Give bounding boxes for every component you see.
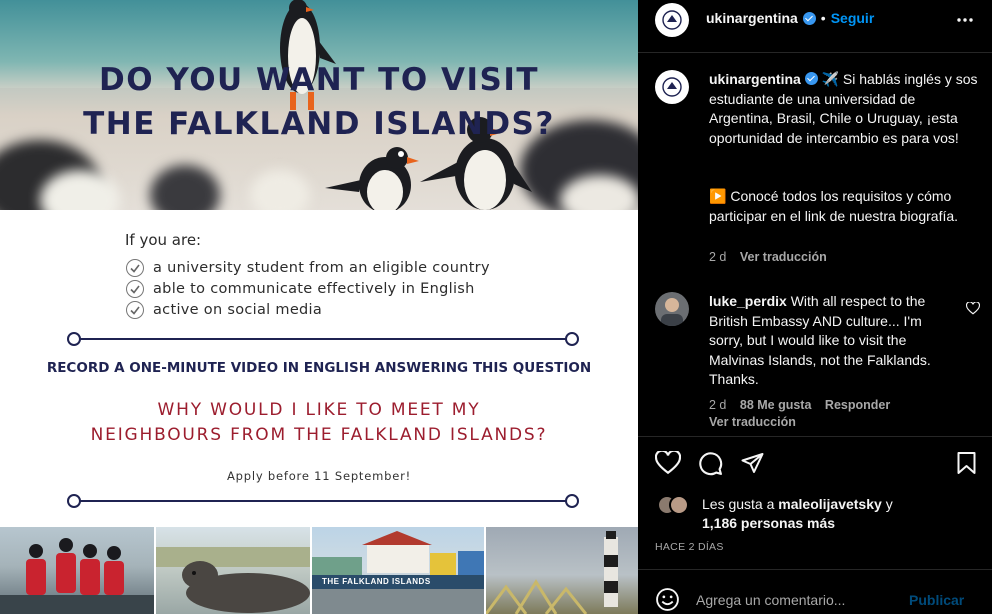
comment-translate: Ver traducción bbox=[709, 415, 796, 429]
play-emoji: ▶️ bbox=[709, 188, 727, 204]
comment-icon[interactable] bbox=[698, 451, 723, 476]
comment-translate-link[interactable]: Ver traducción bbox=[709, 415, 796, 429]
comment-likes-count[interactable]: 88 Me gusta bbox=[740, 398, 812, 412]
separator: • bbox=[820, 10, 826, 26]
record-instruction: RECORD A ONE-MINUTE VIDEO IN ENGLISH ANS… bbox=[46, 360, 592, 376]
caption-translate-link[interactable]: Ver traducción bbox=[740, 250, 827, 264]
requirements-intro: If you are: bbox=[125, 231, 202, 249]
header-account: ukinargentina • Seguir bbox=[706, 10, 874, 26]
comment-meta: 2 d 88 Me gusta Responder bbox=[709, 398, 890, 412]
verified-badge-icon bbox=[802, 11, 816, 25]
hero-title-line-2: THE FALKLAND ISLANDS? bbox=[83, 106, 555, 142]
divider bbox=[638, 569, 992, 570]
crest-icon bbox=[662, 10, 682, 30]
check-circle-icon bbox=[126, 301, 144, 319]
emoji-icon[interactable] bbox=[655, 587, 680, 612]
caption-age: 2 d bbox=[709, 250, 727, 264]
requirement-text: a university student from an eligible co… bbox=[153, 260, 490, 276]
hero-title-line-1: DO YOU WANT TO VISIT bbox=[98, 62, 540, 98]
lighthouse-photo bbox=[486, 527, 638, 614]
likes-others[interactable]: 1,186 personas más bbox=[702, 515, 835, 531]
caption-text-2: Conocé todos los requisitos y cómo parti… bbox=[709, 188, 959, 224]
check-circle-icon bbox=[126, 259, 144, 277]
post-image[interactable]: DO YOU WANT TO VISIT THE FALKLAND ISLAND… bbox=[0, 0, 638, 614]
question-line-2: NEIGHBOURS FROM THE FALKLAND ISLANDS? bbox=[90, 425, 548, 445]
comment-username[interactable]: luke_perdix bbox=[709, 293, 787, 309]
airplane-emoji: ✈️ bbox=[821, 71, 840, 87]
commenter-avatar[interactable] bbox=[655, 292, 689, 326]
caption-username[interactable]: ukinargentina bbox=[709, 71, 801, 87]
question-line-1: WHY WOULD I LIKE TO MEET MY bbox=[157, 400, 481, 420]
check-circle-icon bbox=[126, 280, 144, 298]
reply-link[interactable]: Responder bbox=[825, 398, 890, 412]
comment-like-heart-icon[interactable] bbox=[966, 302, 980, 315]
follow-button[interactable]: Seguir bbox=[831, 10, 875, 26]
penguin-illustration bbox=[325, 147, 419, 210]
apply-deadline: Apply before 11 September! bbox=[226, 469, 412, 483]
divider bbox=[67, 332, 579, 346]
crest-icon bbox=[662, 77, 682, 97]
ellipsis-icon[interactable] bbox=[956, 12, 974, 28]
divider bbox=[67, 494, 579, 508]
caption-avatar[interactable] bbox=[655, 70, 689, 104]
bookmark-icon[interactable] bbox=[956, 451, 977, 475]
header-username[interactable]: ukinargentina bbox=[706, 10, 798, 26]
hero-photo: DO YOU WANT TO VISIT THE FALKLAND ISLAND… bbox=[0, 0, 638, 210]
students-photo bbox=[0, 527, 154, 614]
building-photo: THE FALKLAND ISLANDS bbox=[312, 527, 484, 614]
likes-conj: y bbox=[885, 496, 893, 512]
divider bbox=[638, 52, 992, 53]
caption-paragraph-2: ▶️ Conocé todos los requisitos y cómo pa… bbox=[709, 187, 979, 226]
seal-photo bbox=[156, 527, 310, 614]
account-avatar[interactable] bbox=[655, 3, 689, 37]
verified-badge-icon bbox=[804, 72, 818, 85]
caption-meta: 2 d Ver traducción bbox=[709, 250, 827, 264]
building-sign: THE FALKLAND ISLANDS bbox=[322, 577, 431, 586]
requirement-item: active on social media bbox=[126, 300, 322, 320]
post-timestamp[interactable]: HACE 2 DÍAS bbox=[655, 541, 724, 553]
publish-button[interactable]: Publicar bbox=[909, 592, 964, 608]
send-icon[interactable] bbox=[740, 451, 765, 475]
requirement-text: able to communicate effectively in Engli… bbox=[153, 281, 475, 297]
likes-prefix: Les gusta a bbox=[702, 496, 775, 512]
requirement-item: a university student from an eligible co… bbox=[126, 258, 490, 278]
comment-age: 2 d bbox=[709, 398, 727, 412]
add-comment-input[interactable] bbox=[696, 588, 896, 612]
person-photo-icon bbox=[661, 298, 683, 326]
likes-user[interactable]: maleolijavetsky bbox=[778, 496, 882, 512]
requirement-item: able to communicate effectively in Engli… bbox=[126, 279, 475, 299]
likers-avatars[interactable] bbox=[657, 495, 691, 515]
likes-summary: Les gusta a maleolijavetsky y 1,186 pers… bbox=[702, 495, 982, 533]
post-side-panel: ukinargentina • Seguir ukinargentina ✈️ … bbox=[638, 0, 992, 614]
divider bbox=[638, 436, 992, 437]
comment: luke_perdix With all respect to the Brit… bbox=[709, 292, 957, 390]
requirement-text: active on social media bbox=[153, 302, 323, 318]
caption: ukinargentina ✈️ Si hablás inglés y sos … bbox=[709, 70, 979, 148]
heart-icon[interactable] bbox=[655, 451, 681, 475]
